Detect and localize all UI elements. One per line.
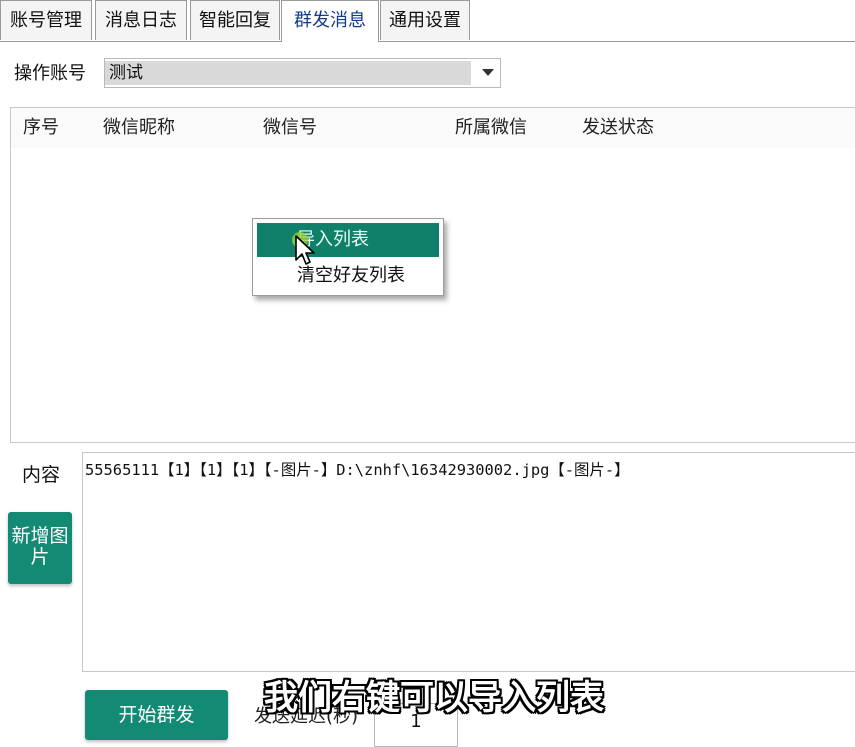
column-header-send-status: 发送状态 [582,117,654,138]
start-mass-send-button[interactable]: 开始群发 [85,690,228,740]
account-label: 操作账号 [14,63,86,84]
column-header-index: 序号 [23,117,59,138]
menu-item-import-list[interactable]: 导入列表 [257,223,439,257]
tab-bar: 账号管理 消息日志 智能回复 群发消息 通用设置 [0,0,855,42]
tab-smart-reply[interactable]: 智能回复 [190,0,280,40]
column-header-owner-wechat: 所属微信 [455,117,527,138]
account-selected-value: 测试 [105,61,471,85]
column-header-wechat-id: 微信号 [263,117,317,138]
content-textarea[interactable]: 55565111【1】【1】【1】【-图片-】D:\znhf\163429300… [82,452,855,672]
context-menu: 导入列表 清空好友列表 [252,218,444,296]
table-header: 序号 微信昵称 微信号 所属微信 发送状态 [11,108,855,148]
tab-general-settings[interactable]: 通用设置 [380,0,470,40]
content-label: 内容 [22,464,61,486]
add-image-button[interactable]: 新增图片 [8,512,72,584]
content-text: 55565111【1】【1】【1】【-图片-】D:\znhf\163429300… [85,461,630,479]
account-select[interactable]: 测试 [104,58,501,88]
mouse-cursor-icon [292,232,315,265]
column-header-nickname: 微信昵称 [103,117,175,138]
dropdown-arrow-icon[interactable] [482,69,494,76]
tab-mass-message[interactable]: 群发消息 [281,0,379,42]
menu-item-clear-friend-list[interactable]: 清空好友列表 [257,259,439,293]
video-subtitle: 我们右键可以导入列表 [264,678,604,718]
tab-message-log[interactable]: 消息日志 [95,0,187,40]
tab-account-management[interactable]: 账号管理 [0,0,92,40]
